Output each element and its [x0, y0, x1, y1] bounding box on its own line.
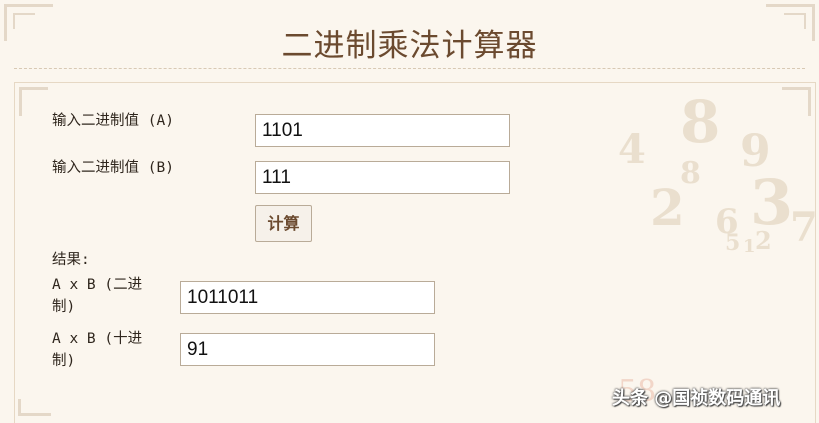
binary-result-label-line: 制) [52, 299, 76, 315]
binary-result-label-line: A x B (二进 [52, 277, 143, 293]
corner-ornament [19, 87, 48, 116]
results-label: 结果: [52, 252, 90, 268]
decimal-result-label: A x B (十进 制) [52, 328, 142, 372]
input-a-label: 输入二进制值 (A) [52, 113, 174, 129]
decimal-result-label-line: 制) [52, 353, 76, 369]
binary-a-input[interactable]: 1101 [255, 114, 510, 147]
calculate-button[interactable]: 计算 [255, 205, 312, 242]
input-b-label: 输入二进制值 (B) [52, 160, 174, 176]
decimal-result-output[interactable]: 91 [180, 333, 435, 366]
binary-result-label: A x B (二进 制) [52, 274, 142, 318]
binary-b-input[interactable]: 111 [255, 161, 510, 194]
corner-ornament [18, 399, 51, 416]
decimal-result-label-line: A x B (十进 [52, 331, 143, 347]
page-title: 二进制乘法计算器 [281, 28, 538, 64]
numbers-background-decoration: 8 9 4 8 3 2 6 7 5 1 2 [618, 88, 815, 257]
title-divider [14, 68, 805, 69]
watermark-text: 头条 @国祯数码通讯 [612, 388, 781, 409]
binary-result-output[interactable]: 1011011 [180, 281, 435, 314]
